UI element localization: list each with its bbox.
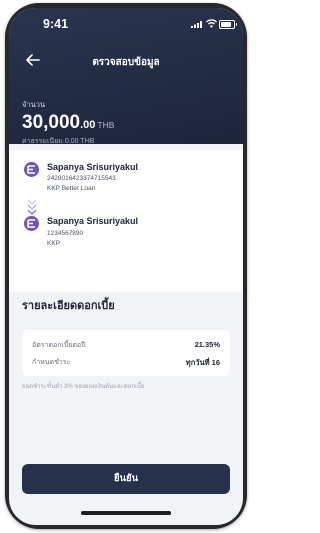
- transfer-card: Sapanya Srisuriyakul 2428016423374715543…: [9, 150, 243, 292]
- from-name: Sapanya Srisuriyakul: [47, 162, 139, 172]
- interest-rate-value: 21.35%: [194, 340, 220, 349]
- due-date-value: ทุกวันที่ 16: [185, 358, 220, 367]
- due-date-label: กำหนดชำระ: [32, 359, 71, 366]
- signal-icon: [191, 21, 202, 28]
- status-bar: 9:41: [9, 8, 243, 38]
- amount-whole: 30,000: [22, 112, 81, 133]
- kkp-bank-icon: [24, 216, 39, 231]
- battery-icon: [219, 20, 237, 29]
- chevron-down-icon: [27, 199, 37, 215]
- wifi-icon: [206, 19, 217, 28]
- to-account: 1234567890: [47, 230, 84, 237]
- from-account: 2428016423374715543: [47, 175, 116, 182]
- fee-text: ค่าธรรมเนียม 0.00 THB: [22, 138, 95, 145]
- home-indicator: [81, 511, 171, 515]
- phone-screen: 9:41 ตรวจสอบข้อมูล จำนวน 30,000.00 THB ค่…: [9, 8, 243, 525]
- to-bank: KKP: [47, 240, 61, 247]
- interest-card: อัตราดอกเบี้ยต่อปี 21.35% กำหนดชำระ ทุกว…: [22, 330, 230, 376]
- amount-currency: THB: [97, 120, 115, 130]
- confirm-button[interactable]: ยืนยัน: [22, 464, 230, 494]
- amount-value: 30,000.00 THB: [22, 112, 114, 134]
- amount-decimals: .00: [80, 119, 96, 131]
- from-bank: KKP Better Loan: [47, 185, 96, 192]
- page-title: ตรวจสอบข้อมูล: [92, 57, 160, 68]
- minimum-payment-note: ยอดชำระขั้นต่ำ 3% ของยอดเงินต้นและดอกเบี…: [22, 384, 145, 390]
- amount-label: จำนวน: [22, 100, 46, 109]
- status-time: 9:41: [43, 17, 69, 31]
- kkp-bank-icon: [24, 162, 39, 177]
- to-name: Sapanya Srisuriyakul: [47, 216, 139, 226]
- header: 9:41 ตรวจสอบข้อมูล จำนวน 30,000.00 THB ค่…: [9, 8, 243, 145]
- interest-section-title: รายละเอียดดอกเบี้ย: [22, 300, 115, 312]
- interest-rate-label: อัตราดอกเบี้ยต่อปี: [32, 342, 86, 349]
